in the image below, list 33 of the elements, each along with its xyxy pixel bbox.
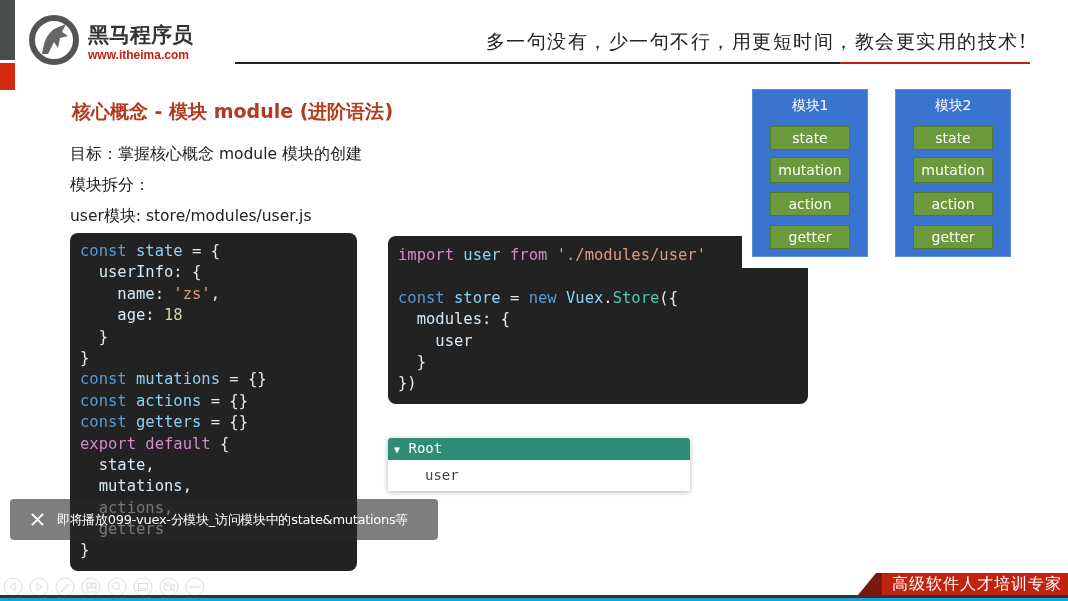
module-item: mutation (913, 157, 993, 183)
grid-icon[interactable] (81, 577, 101, 597)
previous-icon[interactable] (3, 577, 23, 597)
brand-url: www.itheima.com (88, 48, 190, 62)
next-icon[interactable] (29, 577, 49, 597)
tree-root[interactable]: ▼ Root (388, 438, 690, 460)
close-icon[interactable] (30, 512, 45, 527)
pen-icon[interactable] (55, 577, 75, 597)
brand-name: 黑马程序员 (88, 22, 194, 48)
accent-bar (0, 0, 15, 60)
accent-bar (0, 63, 15, 90)
module-item: action (913, 192, 993, 216)
screen-icon[interactable] (133, 577, 153, 597)
slide-text: user模块: store/modules/user.js (70, 206, 312, 227)
module-item: getter (770, 225, 850, 249)
more-icon[interactable] (185, 577, 205, 597)
slide-text: 模块拆分： (70, 175, 150, 196)
module-item: action (770, 192, 850, 216)
module-item: getter (913, 225, 993, 249)
banner: 高级软件人才培训专家 (882, 573, 1068, 595)
slide-text: 目标：掌握核心概念 module 模块的创建 (70, 144, 362, 165)
banner-wedge-icon (858, 573, 882, 595)
camera-off-icon[interactable] (159, 577, 179, 597)
tree-item[interactable]: user (388, 460, 690, 491)
module-item: state (913, 126, 993, 150)
slogan: 多一句没有，少一句不行，用更短时间，教会更实用的技术! (484, 29, 1029, 54)
module-item: state (770, 126, 850, 150)
module-title: 模块2 (934, 96, 972, 114)
search-icon[interactable] (107, 577, 127, 597)
module-item: mutation (770, 157, 850, 183)
module-title: 模块1 (791, 96, 829, 114)
slide-title: 核心概念 - 模块 module (进阶语法) (70, 99, 395, 124)
logo-icon (28, 14, 80, 66)
